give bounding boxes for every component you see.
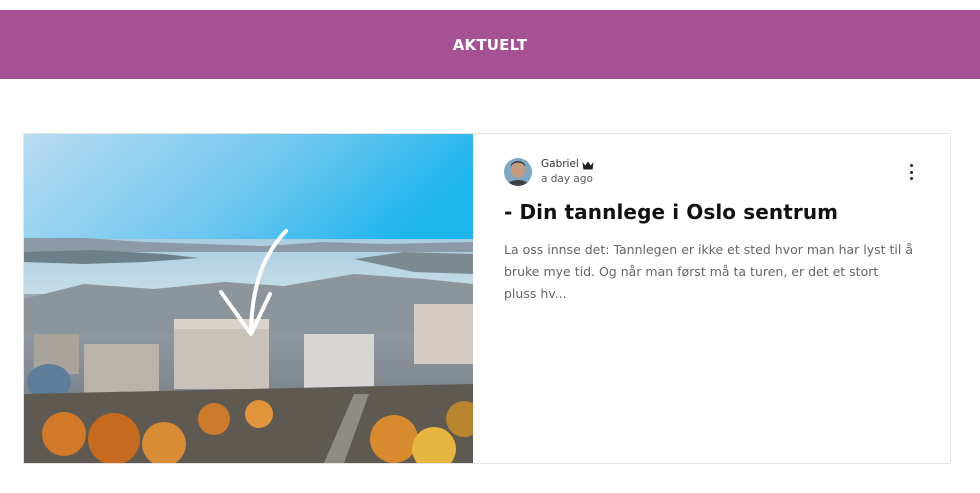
dot — [909, 177, 913, 180]
post-content: Gabriel a day ago - Din tannlege i Oslo … — [473, 134, 950, 463]
author-name-row: Gabriel — [541, 157, 594, 172]
post-cover-image[interactable] — [24, 134, 473, 463]
post-excerpt: La oss innse det: Tannlegen er ikke et s… — [504, 242, 913, 301]
dot — [909, 170, 913, 174]
author-avatar[interactable] — [504, 158, 532, 186]
crown-icon — [582, 160, 594, 170]
author-name[interactable]: Gabriel — [541, 157, 579, 172]
author-meta: Gabriel a day ago — [541, 157, 594, 187]
post-title[interactable]: - Din tannlege i Oslo sentrum — [504, 200, 919, 224]
dot — [909, 164, 913, 167]
post-date: a day ago — [541, 173, 593, 185]
section-title: AKTUELT — [452, 35, 528, 54]
more-vertical-icon[interactable] — [904, 164, 918, 180]
author-row: Gabriel a day ago — [504, 156, 919, 188]
aerial-oslo-city-photo — [24, 134, 473, 463]
top-spacer — [0, 0, 980, 10]
section-header: AKTUELT — [0, 10, 980, 79]
blog-post-card[interactable]: Gabriel a day ago - Din tannlege i Oslo … — [23, 133, 951, 464]
